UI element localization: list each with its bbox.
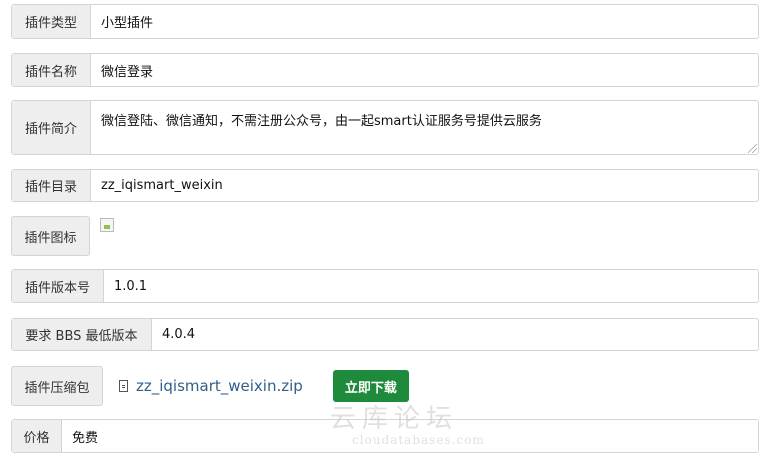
plugin-package-label: 插件压缩包 (11, 366, 103, 406)
plugin-type-row: 插件类型 小型插件 (11, 4, 759, 39)
plugin-dir-field[interactable]: zz_iqismart_weixin (91, 170, 758, 201)
plugin-version-label: 插件版本号 (12, 270, 104, 302)
plugin-type-label: 插件类型 (12, 5, 91, 38)
plugin-name-field[interactable]: 微信登录 (91, 54, 758, 86)
price-field[interactable]: 免费 (62, 420, 758, 452)
bbs-min-version-label: 要求 BBS 最低版本 (12, 319, 152, 350)
plugin-version-field[interactable]: 1.0.1 (104, 270, 758, 302)
file-zip-icon (119, 380, 128, 392)
plugin-name-row: 插件名称 微信登录 (11, 53, 759, 87)
package-file-name: zz_iqismart_weixin.zip (136, 377, 303, 395)
price-row: 价格 免费 (11, 419, 759, 453)
plugin-type-field[interactable]: 小型插件 (91, 5, 758, 38)
plugin-dir-row: 插件目录 zz_iqismart_weixin (11, 169, 759, 202)
price-label: 价格 (12, 420, 62, 452)
plugin-name-label: 插件名称 (12, 54, 91, 86)
resize-grip-icon[interactable] (748, 144, 757, 153)
plugin-icon-label: 插件图标 (11, 216, 90, 256)
plugin-icon-broken-image-icon (100, 218, 114, 232)
plugin-package-row: 插件压缩包 zz_iqismart_weixin.zip 立即下载 (11, 366, 409, 406)
plugin-intro-text: 微信登陆、微信通知，不需注册公众号，由一起smart认证服务号提供云服务 (101, 114, 542, 129)
bbs-min-version-field[interactable]: 4.0.4 (152, 319, 758, 350)
plugin-intro-label: 插件简介 (12, 101, 91, 154)
plugin-intro-textarea[interactable]: 微信登陆、微信通知，不需注册公众号，由一起smart认证服务号提供云服务 (91, 101, 758, 154)
plugin-version-row: 插件版本号 1.0.1 (11, 269, 759, 303)
plugin-dir-label: 插件目录 (12, 170, 91, 201)
plugin-intro-row: 插件简介 微信登陆、微信通知，不需注册公众号，由一起smart认证服务号提供云服… (11, 100, 759, 155)
download-button[interactable]: 立即下载 (332, 370, 409, 402)
package-file-link[interactable]: zz_iqismart_weixin.zip (119, 377, 303, 395)
bbs-min-version-row: 要求 BBS 最低版本 4.0.4 (11, 318, 759, 351)
plugin-icon-row: 插件图标 (11, 216, 114, 256)
